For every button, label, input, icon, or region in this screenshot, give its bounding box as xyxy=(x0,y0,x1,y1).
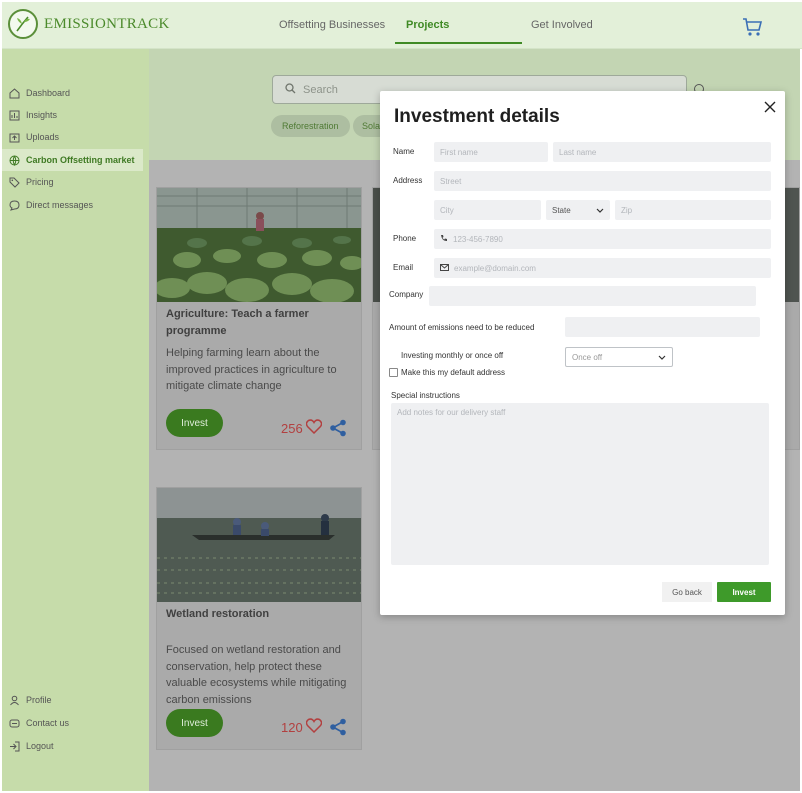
search-icon xyxy=(285,82,296,97)
sidebar-item-direct-messages[interactable]: Direct messages xyxy=(8,196,93,214)
sidebar-item-label: Pricing xyxy=(26,177,54,187)
card-description: Helping farming learn about the improved… xyxy=(166,347,337,392)
brand-logo[interactable]: EMISSIONTRACK xyxy=(8,9,170,39)
sidebar-item-label: Direct messages xyxy=(26,200,94,210)
sidebar-item-profile[interactable]: Profile xyxy=(8,691,52,709)
email-field[interactable]: example@domain.com xyxy=(434,258,771,278)
like-number: 120 xyxy=(281,719,303,735)
project-image xyxy=(785,188,799,302)
instructions-label: Special instructions xyxy=(391,391,460,400)
company-label: Company xyxy=(389,290,424,299)
card-description: Focused on wetland restoration and conse… xyxy=(166,644,347,706)
sidebar-item-label: Dashboard xyxy=(26,88,71,98)
project-card[interactable]: Agriculture: Teach a farmer programme He… xyxy=(156,187,362,450)
phone-field[interactable]: 123-456-7890 xyxy=(434,229,771,249)
email-label: Email xyxy=(393,263,414,272)
special-instructions-textarea[interactable]: Add notes for our delivery staff xyxy=(391,403,769,565)
tag-icon xyxy=(8,176,20,188)
sidebar-item-label: Insights xyxy=(26,110,58,120)
close-icon[interactable] xyxy=(763,100,777,114)
search-placeholder: Search xyxy=(303,83,338,96)
phone-icon xyxy=(440,234,448,244)
logout-icon xyxy=(8,740,20,752)
card-title: Wetland restoration xyxy=(166,608,270,620)
heart-icon xyxy=(305,718,322,736)
project-card[interactable]: Wetland restoration Focused on wetland r… xyxy=(156,487,362,750)
invest-submit-button[interactable]: Invest xyxy=(717,582,771,602)
sidebar-item-contact-us[interactable]: Contact us xyxy=(8,714,69,732)
nav-projects[interactable]: Projects xyxy=(406,19,449,31)
sidebar-item-dashboard[interactable]: Dashboard xyxy=(8,84,70,102)
share-icon[interactable] xyxy=(329,419,347,437)
like-number: 256 xyxy=(281,420,303,436)
chart-icon xyxy=(8,109,20,121)
phone-icon xyxy=(8,717,20,729)
sidebar-item-uploads[interactable]: Uploads xyxy=(8,128,59,146)
chevron-down-icon xyxy=(658,353,666,362)
company-field[interactable] xyxy=(429,286,756,306)
go-back-button[interactable]: Go back xyxy=(662,582,712,602)
like-count[interactable]: 120 xyxy=(281,718,322,736)
frequency-select-value: Once off xyxy=(572,352,603,362)
card-title: Agriculture: Teach a farmer programme xyxy=(166,308,309,337)
frequency-select[interactable]: Once off xyxy=(565,347,673,367)
chat-icon xyxy=(8,199,20,211)
phone-label: Phone xyxy=(393,234,417,243)
sidebar-item-logout[interactable]: Logout xyxy=(8,737,54,755)
sidebar-item-pricing[interactable]: Pricing xyxy=(8,173,54,191)
home-icon xyxy=(8,87,20,99)
phone-placeholder: 123-456-7890 xyxy=(453,234,503,244)
nav-offsetting-businesses[interactable]: Offsetting Businesses xyxy=(279,19,385,31)
modal-title: Investment details xyxy=(394,106,560,127)
chip-reforestration[interactable]: Reforestration xyxy=(271,115,350,137)
sidebar-item-label: Carbon Offsetting market xyxy=(26,155,135,165)
state-select[interactable]: State xyxy=(546,200,610,220)
globe-icon xyxy=(8,154,20,166)
name-label: Name xyxy=(393,147,415,156)
emissions-field[interactable] xyxy=(565,317,760,337)
heart-icon xyxy=(305,419,322,437)
share-icon[interactable] xyxy=(329,718,347,736)
sidebar-item-label: Contact us xyxy=(26,718,70,728)
city-field[interactable]: City xyxy=(434,200,541,220)
active-nav-underline xyxy=(395,42,522,44)
upload-icon xyxy=(8,131,20,143)
mail-icon xyxy=(440,263,449,273)
chevron-down-icon xyxy=(596,206,604,215)
last-name-field[interactable]: Last name xyxy=(553,142,771,162)
sidebar-item-label: Logout xyxy=(26,741,54,751)
sidebar-item-insights[interactable]: Insights xyxy=(8,106,57,124)
invest-button[interactable]: Invest xyxy=(166,709,223,737)
nav-get-involved[interactable]: Get Involved xyxy=(531,19,593,31)
sidebar-item-carbon-offsetting-market[interactable]: Carbon Offsetting market xyxy=(8,151,135,169)
email-placeholder: example@domain.com xyxy=(454,263,536,273)
frequency-label: Investing monthly or once off xyxy=(401,351,504,360)
user-icon xyxy=(8,694,20,706)
farm-image xyxy=(157,188,361,302)
default-address-label: Make this my default address xyxy=(401,368,506,377)
like-count[interactable]: 256 xyxy=(281,419,322,437)
wetland-image xyxy=(157,488,361,602)
sidebar-item-label: Uploads xyxy=(26,132,60,142)
zip-field[interactable]: Zip xyxy=(615,200,771,220)
street-field[interactable]: Street xyxy=(434,171,771,191)
cart-icon[interactable] xyxy=(742,16,764,38)
address-label: Address xyxy=(393,176,423,185)
first-name-field[interactable]: First name xyxy=(434,142,548,162)
brand-name: EMISSIONTRACK xyxy=(44,15,170,32)
leaf-logo-icon xyxy=(8,9,38,39)
investment-details-modal: Investment details Name First name Last … xyxy=(380,91,785,615)
state-select-value: State xyxy=(552,205,571,215)
default-address-checkbox[interactable] xyxy=(389,368,398,377)
sidebar-item-label: Profile xyxy=(26,695,52,705)
sidebar: Dashboard Insights Uploads Carbon Offset… xyxy=(2,49,149,791)
invest-button[interactable]: Invest xyxy=(166,409,223,437)
emissions-label: Amount of emissions need to be reduced xyxy=(389,323,535,332)
project-card[interactable] xyxy=(784,187,800,450)
top-header: EMISSIONTRACK Offsetting Businesses Proj… xyxy=(2,2,802,49)
